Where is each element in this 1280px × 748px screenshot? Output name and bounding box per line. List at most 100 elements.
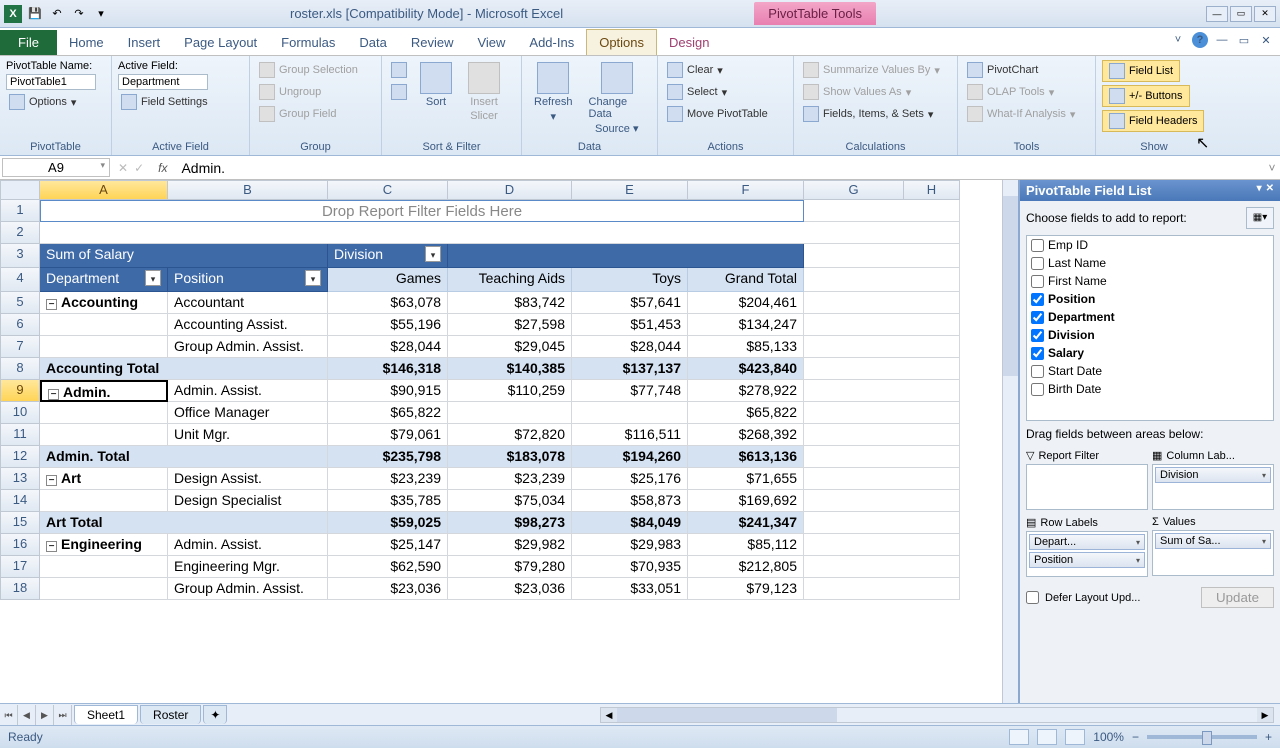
excel-icon[interactable]: X — [4, 5, 22, 23]
drop-area-filter[interactable] — [1026, 464, 1148, 510]
qat-dropdown-icon[interactable]: ▾ — [92, 5, 110, 23]
tab-data[interactable]: Data — [347, 30, 398, 55]
cell[interactable] — [804, 534, 960, 556]
ribbon-minimize-icon[interactable]: ˅ — [1170, 32, 1186, 48]
pivot-subtotal-value[interactable]: $194,260 — [572, 446, 688, 468]
pivot-category[interactable]: −Admin. — [40, 380, 168, 402]
pivot-subtotal-value[interactable]: $146,318 — [328, 358, 448, 380]
pivot-position[interactable]: Admin. Assist. — [168, 534, 328, 556]
pivot-value[interactable]: $51,453 — [572, 314, 688, 336]
field-checkbox[interactable] — [1031, 365, 1044, 378]
chip-position[interactable]: Position — [1029, 552, 1145, 568]
pivot-value[interactable]: $71,655 — [688, 468, 804, 490]
pivot-value[interactable]: $23,239 — [448, 468, 572, 490]
pivot-value[interactable]: $29,982 — [448, 534, 572, 556]
update-button[interactable]: Update — [1201, 587, 1274, 608]
cell[interactable] — [804, 424, 960, 446]
column-header-G[interactable]: G — [804, 180, 904, 200]
zoom-level[interactable]: 100% — [1093, 730, 1124, 744]
pivot-value[interactable]: $204,461 — [688, 292, 804, 314]
zoom-out-button[interactable]: − — [1132, 730, 1139, 744]
undo-icon[interactable]: ↶ — [48, 5, 66, 23]
redo-icon[interactable]: ↷ — [70, 5, 88, 23]
column-header-D[interactable]: D — [448, 180, 572, 200]
pivot-value[interactable]: $65,822 — [328, 402, 448, 424]
row-header[interactable]: 15 — [0, 512, 40, 534]
pivot-value[interactable]: $77,748 — [572, 380, 688, 402]
tab-options[interactable]: Options — [586, 29, 657, 55]
column-header-A[interactable]: A — [40, 180, 168, 200]
pivot-subtotal-value[interactable]: $235,798 — [328, 446, 448, 468]
cell[interactable] — [40, 402, 168, 424]
row-header[interactable]: 17 — [0, 556, 40, 578]
pivot-subtotal-value[interactable]: $84,049 — [572, 512, 688, 534]
pivot-value[interactable]: $79,061 — [328, 424, 448, 446]
field-emp-id[interactable]: Emp ID — [1027, 236, 1273, 254]
cell[interactable] — [448, 244, 804, 268]
doc-restore-icon[interactable]: ▭ — [1236, 32, 1252, 48]
pivot-value[interactable]: $29,983 — [572, 534, 688, 556]
cell[interactable] — [804, 402, 960, 424]
pivot-value[interactable]: $23,036 — [448, 578, 572, 600]
tab-view[interactable]: View — [465, 30, 517, 55]
field-list-title-bar[interactable]: PivotTable Field List ▾✕ — [1020, 180, 1280, 201]
pivot-position[interactable]: Design Assist. — [168, 468, 328, 490]
pivot-position[interactable]: Office Manager — [168, 402, 328, 424]
pivot-subtotal-label[interactable]: Accounting Total — [40, 358, 328, 380]
chip-sum-salary[interactable]: Sum of Sa... — [1155, 533, 1271, 549]
field-last-name[interactable]: Last Name — [1027, 254, 1273, 272]
pivot-position[interactable]: Group Admin. Assist. — [168, 578, 328, 600]
tab-pagelayout[interactable]: Page Layout — [172, 30, 269, 55]
pivot-value[interactable]: $85,112 — [688, 534, 804, 556]
pivot-subtotal-value[interactable]: $137,137 — [572, 358, 688, 380]
pivot-value[interactable]: $212,805 — [688, 556, 804, 578]
row-header[interactable]: 12 — [0, 446, 40, 468]
pivot-value[interactable]: $90,915 — [328, 380, 448, 402]
fx-icon[interactable]: fx — [150, 161, 175, 175]
field-checkbox[interactable] — [1031, 293, 1044, 306]
close-button[interactable]: ✕ — [1254, 6, 1276, 22]
row-header[interactable]: 11 — [0, 424, 40, 446]
tab-file[interactable]: File — [0, 30, 57, 55]
group-field-button[interactable]: Group Field — [256, 104, 339, 124]
pivot-value[interactable]: $278,922 — [688, 380, 804, 402]
pivot-subtotal-value[interactable]: $183,078 — [448, 446, 572, 468]
row-header[interactable]: 14 — [0, 490, 40, 512]
clear-button[interactable]: Clear ▾ — [664, 60, 726, 80]
pivot-subtotal-value[interactable]: $423,840 — [688, 358, 804, 380]
drop-area-columns[interactable]: Division — [1152, 464, 1274, 510]
activefield-input[interactable] — [118, 74, 208, 90]
pivot-value[interactable]: $134,247 — [688, 314, 804, 336]
cell[interactable] — [804, 556, 960, 578]
zoom-slider[interactable] — [1147, 735, 1257, 739]
pivot-position[interactable]: Accounting Assist. — [168, 314, 328, 336]
minimize-button[interactable]: — — [1206, 6, 1228, 22]
row-header[interactable]: 2 — [0, 222, 40, 244]
pivot-value[interactable]: $85,133 — [688, 336, 804, 358]
pivot-value[interactable]: $169,692 — [688, 490, 804, 512]
cell[interactable] — [804, 468, 960, 490]
field-list-toggle[interactable]: Field List — [1102, 60, 1180, 82]
pivot-value[interactable]: $268,392 — [688, 424, 804, 446]
pivot-value[interactable]: $23,239 — [328, 468, 448, 490]
row-header[interactable]: 8 — [0, 358, 40, 380]
tab-insert[interactable]: Insert — [116, 30, 173, 55]
ungroup-button[interactable]: Ungroup — [256, 82, 324, 102]
pivot-col-header[interactable]: Grand Total — [688, 268, 804, 292]
field-start-date[interactable]: Start Date — [1027, 362, 1273, 380]
pivot-row-field-pos[interactable]: Position▾ — [168, 268, 328, 292]
sheet-tab-sheet1[interactable]: Sheet1 — [74, 705, 138, 724]
pivot-subtotal-value[interactable]: $613,136 — [688, 446, 804, 468]
pivot-value[interactable]: $75,034 — [448, 490, 572, 512]
row-header[interactable]: 9 — [0, 380, 40, 402]
formula-input[interactable]: Admin. — [175, 158, 1264, 178]
pivot-value[interactable]: $35,785 — [328, 490, 448, 512]
field-checkbox[interactable] — [1031, 311, 1044, 324]
tab-home[interactable]: Home — [57, 30, 116, 55]
olap-tools-button[interactable]: OLAP Tools ▾ — [964, 82, 1057, 102]
pivot-position[interactable]: Engineering Mgr. — [168, 556, 328, 578]
pivot-value[interactable] — [448, 402, 572, 424]
pivot-value[interactable]: $29,045 — [448, 336, 572, 358]
view-pagebreak-button[interactable] — [1065, 729, 1085, 745]
field-list-fields[interactable]: Emp IDLast NameFirst NamePositionDepartm… — [1026, 235, 1274, 421]
